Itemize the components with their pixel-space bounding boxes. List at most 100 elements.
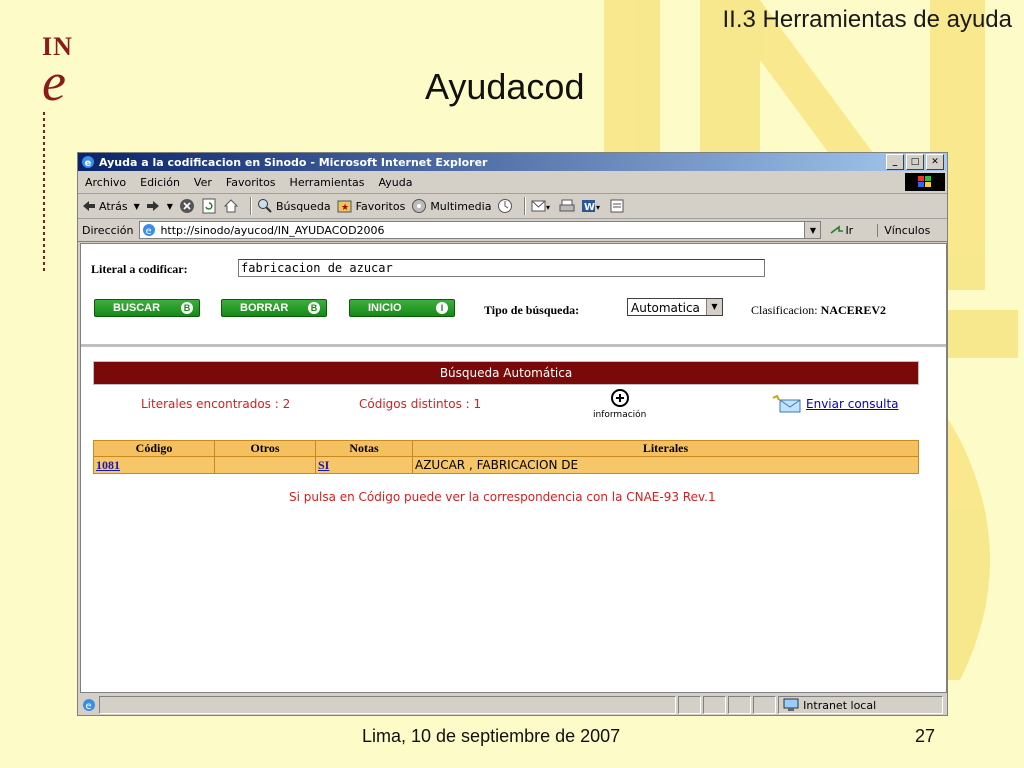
menu-ver[interactable]: Ver: [187, 176, 219, 189]
favorites-button[interactable]: ★ Favoritos: [337, 198, 406, 214]
maximize-button[interactable]: □: [906, 154, 924, 170]
minimize-button[interactable]: _: [886, 154, 904, 170]
mail-icon[interactable]: ▾: [531, 198, 553, 214]
address-input[interactable]: e http://sinodo/ayucod/IN_AYUDACOD2006 ▼: [139, 221, 822, 239]
zone-label: Intranet local: [803, 698, 877, 712]
cell-codigo: 1081: [93, 456, 215, 474]
notas-link[interactable]: SI: [318, 458, 329, 472]
informacion-link[interactable]: información: [593, 389, 646, 420]
status-bar: e Intranet local: [78, 695, 945, 715]
menu-ayuda[interactable]: Ayuda: [371, 176, 419, 189]
chevron-down-icon[interactable]: ▼: [706, 299, 722, 315]
go-label: Ir: [845, 223, 854, 237]
borrar-button[interactable]: BORRAR B: [221, 299, 327, 317]
cell-notas: SI: [315, 456, 413, 474]
chevron-down-icon[interactable]: ▼: [134, 202, 140, 211]
go-button[interactable]: Ir: [829, 223, 853, 237]
col-literales[interactable]: Literales: [412, 440, 919, 457]
chevron-down-icon[interactable]: ▼: [167, 202, 173, 211]
page-content: Literal a codificar: fabricacion de azuc…: [80, 243, 947, 693]
slide-section-title: II.3 Herramientas de ayuda: [722, 6, 1013, 33]
favorites-icon: ★: [337, 200, 352, 213]
windows-logo-icon: [905, 173, 945, 191]
search-form: Literal a codificar: fabricacion de azuc…: [81, 244, 946, 347]
history-icon[interactable]: [497, 198, 513, 214]
col-otros[interactable]: Otros: [214, 440, 316, 457]
favorites-label: Favoritos: [355, 199, 406, 213]
buscar-button[interactable]: BUSCAR B: [94, 299, 200, 317]
page-number: 27: [915, 726, 936, 746]
menu-favoritos[interactable]: Favoritos: [219, 176, 283, 189]
address-bar: Dirección e http://sinodo/ayucod/IN_AYUD…: [78, 219, 947, 242]
multimedia-icon: [412, 199, 427, 213]
search-label: Búsqueda: [275, 199, 331, 213]
back-label: Atrás: [99, 199, 128, 213]
links-button[interactable]: Vínculos: [877, 223, 930, 237]
tipo-busqueda-label: Tipo de búsqueda:: [484, 303, 580, 317]
home-icon[interactable]: [223, 198, 239, 214]
literal-input[interactable]: fabricacion de azucar: [238, 259, 765, 277]
menu-herramientas[interactable]: Herramientas: [283, 176, 372, 189]
ine-logo: IN e: [42, 34, 86, 112]
enviar-consulta-link[interactable]: Enviar consulta: [771, 394, 899, 414]
inicio-key-icon: I: [436, 302, 448, 314]
clasificacion-label: Clasificacion:: [751, 303, 818, 317]
chevron-down-icon[interactable]: ▼: [804, 222, 821, 238]
status-cell: [702, 696, 727, 714]
menubar: Archivo Edición Ver Favoritos Herramient…: [78, 171, 947, 194]
buscar-key-icon: B: [181, 302, 193, 314]
window-title: Ayuda a la codificacion en Sinodo - Micr…: [99, 155, 488, 169]
page-status-icon: e: [83, 699, 95, 712]
footer-date: Lima, 10 de septiembre de 2007: [362, 726, 621, 746]
svg-text:e: e: [146, 226, 152, 237]
results-table: Código Otros Notas Literales 1081 SI AZU…: [93, 440, 919, 474]
close-button[interactable]: ✕: [926, 154, 944, 170]
back-arrow-icon: [83, 201, 95, 211]
forward-button[interactable]: ▼: [146, 200, 173, 212]
search-icon: [257, 199, 272, 213]
table-row: 1081 SI AZUCAR , FABRICACION DE: [93, 456, 919, 474]
table-header-row: Código Otros Notas Literales: [93, 440, 919, 457]
discuss-icon[interactable]: [609, 198, 625, 214]
address-url: http://sinodo/ayucod/IN_AYUDACOD2006: [160, 223, 385, 237]
clasificacion-value: NACEREV2: [820, 303, 886, 317]
menu-edicion[interactable]: Edición: [133, 176, 187, 189]
svg-text:★: ★: [341, 203, 349, 213]
inicio-label: INICIO: [368, 302, 402, 314]
print-icon[interactable]: [559, 198, 575, 214]
codigos-count: Códigos distintos : 1: [359, 397, 482, 411]
menu-archivo[interactable]: Archivo: [78, 176, 133, 189]
forward-arrow-icon: [146, 201, 159, 211]
correspondence-note: Si pulsa en Código puede ver la correspo…: [289, 490, 716, 504]
codigo-link[interactable]: 1081: [96, 458, 120, 472]
svg-text:▾: ▾: [546, 203, 550, 212]
svg-text:W: W: [584, 202, 595, 213]
logo-e-text: e: [42, 52, 66, 112]
tipo-busqueda-value: Automatica: [631, 301, 700, 315]
inicio-button[interactable]: INICIO I: [349, 299, 455, 317]
toolbar-separator: [524, 197, 527, 215]
col-notas[interactable]: Notas: [315, 440, 413, 457]
multimedia-label: Multimedia: [430, 199, 492, 213]
col-codigo[interactable]: Código: [93, 440, 215, 457]
status-cell: [753, 696, 777, 714]
literal-label: Literal a codificar:: [91, 262, 188, 276]
search-button[interactable]: Búsqueda: [257, 198, 331, 214]
enviar-consulta-label: Enviar consulta: [806, 397, 899, 411]
back-button[interactable]: Atrás ▼: [82, 200, 140, 213]
edit-icon[interactable]: W ▾: [581, 198, 603, 214]
window-titlebar[interactable]: e Ayuda a la codificacion en Sinodo - Mi…: [78, 153, 947, 171]
browser-window: e Ayuda a la codificacion en Sinodo - Mi…: [77, 152, 948, 716]
intranet-icon: [783, 698, 799, 711]
cell-literales: AZUCAR , FABRICACION DE: [412, 456, 919, 474]
envelope-icon: [772, 394, 801, 413]
stop-icon[interactable]: [179, 198, 195, 214]
refresh-icon[interactable]: [201, 198, 217, 214]
plus-circle-icon: [610, 389, 629, 407]
internet-explorer-icon: e: [82, 156, 94, 169]
tipo-busqueda-select[interactable]: Automatica ▼: [627, 298, 723, 316]
multimedia-button[interactable]: Multimedia: [411, 198, 491, 214]
borrar-key-icon: B: [308, 302, 320, 314]
clasificacion-text: Clasificacion: NACEREV2: [751, 303, 886, 318]
svg-text:e: e: [85, 158, 92, 169]
